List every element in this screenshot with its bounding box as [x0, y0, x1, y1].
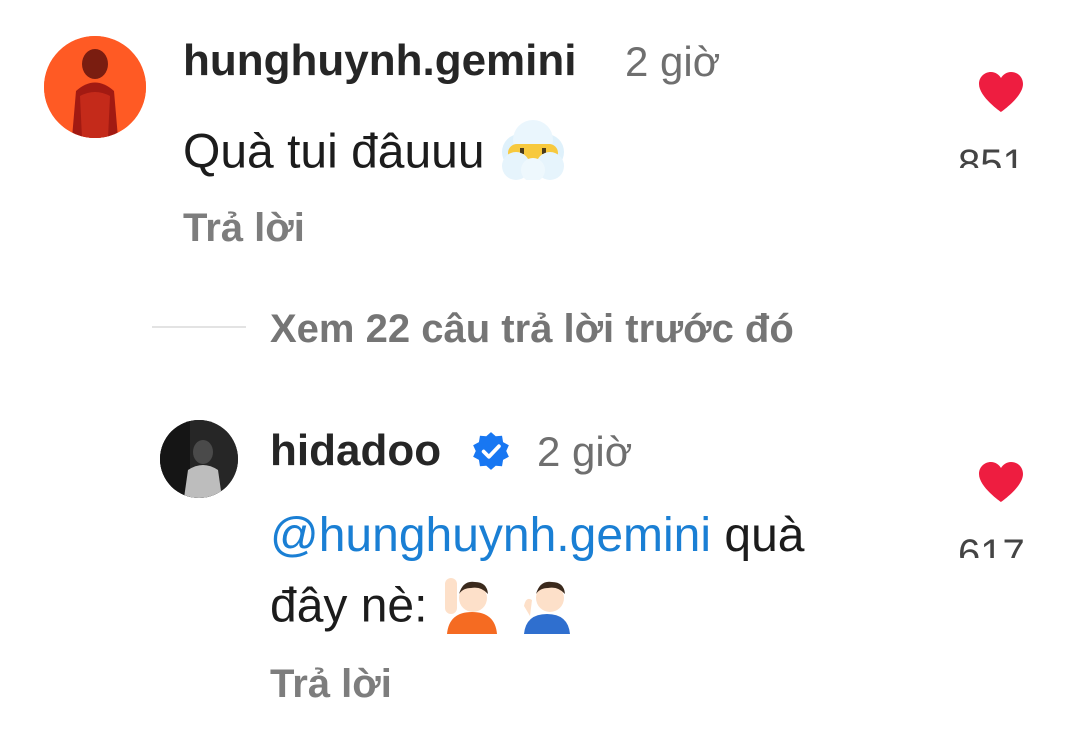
comment-text: Quà tui đâuuu	[183, 118, 568, 192]
avatar-photo	[44, 36, 146, 138]
mention-link[interactable]: @hunghuynh.gemini	[270, 509, 711, 562]
reply-avatar[interactable]	[160, 420, 238, 498]
verified-badge-icon	[470, 430, 512, 472]
reply-like-button[interactable]	[976, 460, 1026, 504]
heart-icon	[979, 72, 1023, 112]
view-more-replies-button[interactable]: Xem 22 câu trả lời trước đó	[270, 307, 794, 352]
reply-text-body-2: đây nè:	[270, 579, 428, 633]
heart-icon	[979, 462, 1023, 502]
reply-like-count: 617	[958, 532, 1025, 558]
reply-username[interactable]: hidadoo	[270, 426, 441, 476]
person-raising-hand-emoji	[441, 572, 503, 646]
reply-text-line1: @hunghuynh.gemini quà	[270, 508, 804, 563]
comment-text-body: Quà tui đâuuu	[183, 125, 485, 179]
person-tipping-hand-emoji	[516, 572, 578, 646]
comment-time: 2 giờ	[625, 38, 721, 85]
face-in-clouds-emoji	[498, 118, 568, 192]
divider	[152, 326, 246, 328]
comment-like-count: 851	[958, 142, 1025, 168]
reply-text-body: quà	[724, 509, 805, 562]
reply-text-line2: đây nè:	[270, 572, 578, 646]
reply-reply-button[interactable]: Trả lời	[270, 662, 392, 707]
reply-time: 2 giờ	[537, 428, 633, 475]
comment-like-button[interactable]	[976, 70, 1026, 114]
comment-reply-button[interactable]: Trả lời	[183, 206, 305, 251]
comment-username[interactable]: hunghuynh.gemini	[183, 36, 577, 86]
avatar[interactable]	[44, 36, 146, 138]
avatar-photo	[160, 420, 238, 498]
